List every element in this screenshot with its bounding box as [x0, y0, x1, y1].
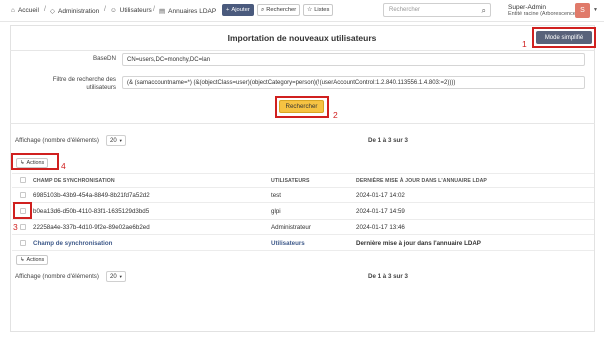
add-button[interactable]: + Ajouter — [222, 4, 254, 16]
column-header-date[interactable]: DERNIÈRE MISE À JOUR DANS L'ANNUAIRE LDA… — [356, 178, 487, 184]
user-entity[interactable]: Entité racine (Arborescence) — [508, 11, 578, 17]
add-button-label: Ajouter — [231, 7, 250, 13]
highlight-box-4 — [11, 153, 59, 170]
highlight-box-3 — [13, 202, 32, 219]
breadcrumb-separator: / — [104, 6, 106, 13]
user-name[interactable]: Super-Admin — [508, 4, 546, 11]
breadcrumb-users[interactable]: ☺ Utilisateurs — [110, 7, 152, 14]
breadcrumb-administration[interactable]: ◇ Administration — [50, 7, 100, 16]
filter-label-line2: utilisateurs — [86, 84, 116, 91]
search-button[interactable]: ⌕ Rechercher — [257, 4, 301, 16]
pagination-range-bottom: De 1 à 3 sur 3 — [368, 273, 408, 280]
display-count-select-bottom[interactable]: 20 ▼ — [106, 271, 126, 282]
table-cell-sync[interactable]: b0ea13d6-d50b-4110-83f1-1635129d3bd5 — [33, 208, 149, 215]
display-count-label: Affichage (nombre d'éléments) — [15, 137, 99, 144]
table-cell-sync[interactable]: 6985103b-43b9-454a-8849-8b21fd7a52d2 — [33, 192, 150, 199]
table-cell-user[interactable]: Administrateur — [271, 224, 311, 231]
chevron-down-icon: ▼ — [118, 274, 123, 279]
divider — [12, 234, 594, 235]
filter-label: Filtre de recherche des — [52, 76, 116, 83]
row-checkbox[interactable] — [20, 224, 26, 230]
search-button-label: Rechercher — [266, 7, 297, 13]
search-icon: ⌕ — [261, 6, 265, 13]
breadcrumb-admin-label: Administration — [58, 7, 100, 15]
actions-label: Actions — [26, 257, 45, 263]
user-icon: ☺ — [110, 7, 117, 14]
footer-header-users[interactable]: Utilisateurs — [271, 240, 305, 247]
actions-button-bottom[interactable]: ↳ Actions — [16, 255, 49, 265]
breadcrumb-ldap-label: Annuaires LDAP — [168, 7, 217, 15]
divider — [12, 250, 594, 251]
column-header-users[interactable]: UTILISATEURS — [271, 178, 310, 184]
plus-icon: + — [226, 7, 230, 13]
filter-field[interactable]: (& (samaccountname=*) (&(objectClass=use… — [122, 76, 585, 89]
divider — [12, 187, 594, 188]
breadcrumb-ldap[interactable]: ▤ Annuaires LDAP — [159, 7, 217, 16]
star-icon: ☆ — [307, 7, 313, 13]
highlight-box-2 — [275, 96, 329, 118]
table-cell-user[interactable]: test — [271, 192, 281, 199]
global-search-input[interactable]: Rechercher ⌕ — [383, 3, 491, 17]
shield-icon: ◇ — [50, 8, 55, 15]
avatar-initial: S — [580, 7, 585, 14]
table-cell-date: 2024-01-17 14:59 — [356, 208, 405, 215]
footer-header-date[interactable]: Dernière mise à jour dans l'annuaire LDA… — [356, 240, 481, 247]
basedn-field[interactable]: CN=users,DC=monchy,DC=lan — [122, 53, 585, 66]
annotation-3: 3 — [13, 222, 18, 232]
basedn-label: BaseDN — [92, 55, 116, 62]
divider — [10, 123, 595, 124]
divider — [12, 219, 594, 220]
chevron-down-icon: ▼ — [118, 138, 123, 143]
lists-button-label: Listes — [314, 7, 330, 13]
chevron-down-icon[interactable]: ▼ — [593, 7, 598, 13]
pagination-range: De 1 à 3 sur 3 — [368, 137, 408, 144]
annotation-1: 1 — [522, 39, 527, 49]
breadcrumb-separator: / — [44, 6, 46, 13]
search-icon[interactable]: ⌕ — [482, 6, 486, 16]
breadcrumb-home[interactable]: ⌂ Accueil — [11, 7, 39, 14]
search-placeholder: Rechercher — [389, 7, 421, 13]
column-header-sync[interactable]: CHAMP DE SYNCHRONISATION — [33, 178, 115, 184]
divider — [12, 173, 594, 174]
avatar[interactable]: S — [575, 3, 590, 18]
page-title: Importation de nouveaux utilisateurs — [227, 33, 377, 43]
footer-header-sync[interactable]: Champ de synchronisation — [33, 240, 112, 247]
divider — [12, 202, 594, 203]
divider — [10, 50, 595, 51]
annotation-4: 4 — [61, 161, 66, 171]
display-count-value: 20 — [110, 273, 117, 280]
table-cell-sync[interactable]: 22258a4e-337b-4d10-9f2e-89e02ae6b2ed — [33, 224, 150, 231]
display-count-select[interactable]: 20 ▼ — [106, 135, 126, 146]
row-checkbox[interactable] — [20, 192, 26, 198]
lists-button[interactable]: ☆ Listes — [303, 4, 334, 16]
table-cell-user[interactable]: glpi — [271, 208, 281, 215]
table-cell-date: 2024-01-17 14:02 — [356, 192, 405, 199]
arrow-icon: ↳ — [20, 257, 25, 263]
breadcrumb-users-label: Utilisateurs — [119, 7, 152, 14]
annotation-2: 2 — [333, 110, 338, 120]
select-all-checkbox-footer[interactable] — [20, 240, 26, 246]
highlight-box-1 — [532, 27, 596, 48]
book-icon: ▤ — [159, 8, 166, 15]
display-count-label-bottom: Affichage (nombre d'éléments) — [15, 273, 99, 280]
home-icon: ⌂ — [11, 7, 15, 14]
display-count-value: 20 — [110, 137, 117, 144]
breadcrumb-separator: / — [153, 6, 155, 13]
select-all-checkbox[interactable] — [20, 177, 26, 183]
breadcrumb-home-label: Accueil — [17, 7, 39, 14]
table-cell-date: 2024-01-17 13:46 — [356, 224, 405, 231]
